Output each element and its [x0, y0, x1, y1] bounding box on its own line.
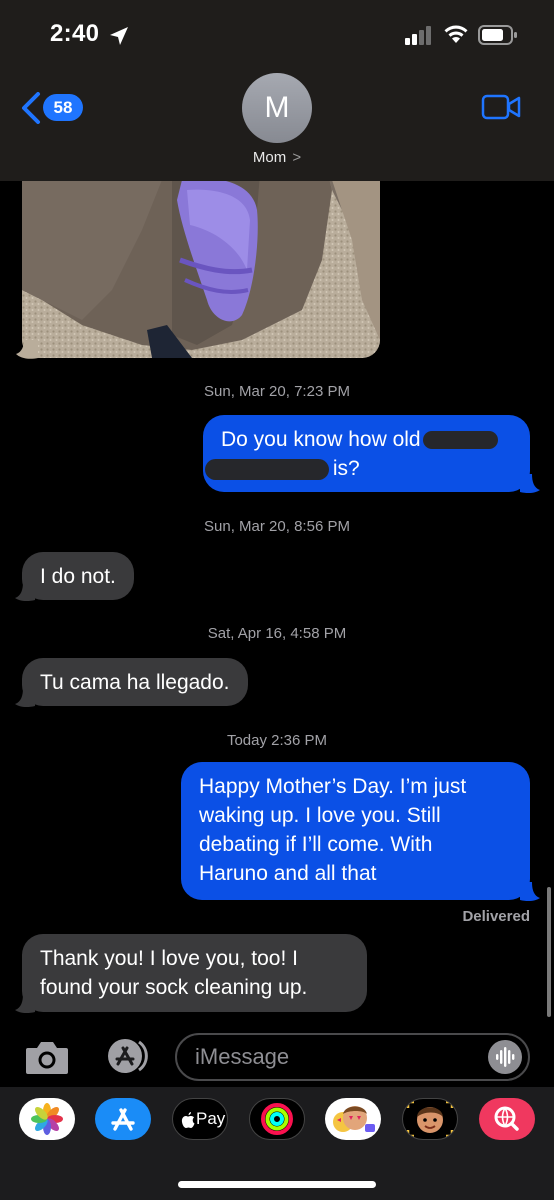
- timestamp: Sun, Mar 20, 8:56 PM: [204, 518, 350, 535]
- photo-image: [22, 150, 380, 358]
- status-time: 2:40: [50, 20, 100, 47]
- chevron-right-icon: >: [292, 149, 302, 166]
- message-input-bar: iMessage: [0, 1025, 554, 1089]
- apple-pay-label: Pay: [196, 1109, 226, 1128]
- photos-icon[interactable]: [19, 1098, 75, 1140]
- message-tail: [15, 688, 35, 708]
- app-store-drawer-icon[interactable]: [98, 1037, 152, 1075]
- back-button[interactable]: 58: [20, 90, 90, 126]
- message-tail: [15, 994, 35, 1014]
- app-store-icon[interactable]: [95, 1098, 151, 1140]
- redaction-block: [205, 458, 329, 480]
- message-line: Thank you! I love you, too! I: [40, 947, 298, 970]
- camera-icon[interactable]: [24, 1039, 70, 1075]
- cellular-signal-icon: [405, 26, 431, 45]
- message-tail: [520, 474, 540, 494]
- scrollbar[interactable]: [547, 887, 551, 1017]
- message-line: waking up. I love you. Still: [199, 804, 441, 827]
- message-line: Happy Mother’s Day. I’m just: [199, 775, 467, 798]
- message-line: found your sock cleaning up.: [40, 976, 308, 999]
- audio-message-icon[interactable]: [488, 1040, 522, 1074]
- wifi-icon: [444, 25, 468, 43]
- message-line: Do you know how old: [221, 425, 514, 454]
- location-arrow-icon: [110, 27, 128, 45]
- timestamp: Sat, Apr 16, 4:58 PM: [207, 625, 347, 642]
- contact-name: Mom: [252, 149, 287, 166]
- battery-icon: [478, 25, 517, 45]
- imessage-placeholder: iMessage: [195, 1044, 290, 1069]
- message-line: Haruno and all that: [199, 862, 377, 885]
- photo-message[interactable]: [22, 150, 380, 358]
- apple-pay-icon[interactable]: Pay: [172, 1098, 228, 1140]
- delivered-status: Delivered: [462, 908, 530, 925]
- memoji-stickers-icon[interactable]: [325, 1098, 381, 1140]
- conversation-header: 2:40 58 M Mom >: [0, 0, 554, 181]
- contact-avatar[interactable]: M: [242, 73, 312, 143]
- facetime-video-icon[interactable]: [481, 93, 521, 121]
- web-search-icon[interactable]: [479, 1098, 535, 1140]
- contact-name-button[interactable]: Mom >: [0, 149, 554, 166]
- incoming-message[interactable]: Thank you! I love you, too! I found your…: [22, 934, 367, 1012]
- message-tail: [520, 882, 540, 902]
- message-tail: [15, 582, 35, 602]
- outgoing-message[interactable]: Do you know how old is?: [203, 415, 530, 492]
- incoming-message[interactable]: Tu cama ha llegado.: [22, 658, 248, 706]
- message-line: is?: [205, 454, 514, 483]
- memoji-icon[interactable]: [402, 1098, 458, 1140]
- fitness-rings-icon[interactable]: [249, 1098, 305, 1140]
- message-tail: [16, 340, 38, 359]
- timestamp: Today 2:36 PM: [226, 732, 328, 749]
- unread-count-badge: 58: [43, 94, 83, 121]
- incoming-message[interactable]: I do not.: [22, 552, 134, 600]
- imessage-input[interactable]: iMessage: [175, 1033, 530, 1081]
- message-line: debating if I’ll come. With: [199, 833, 433, 856]
- redaction-block: [422, 431, 498, 450]
- home-indicator[interactable]: [178, 1181, 376, 1188]
- outgoing-message[interactable]: Happy Mother’s Day. I’m just waking up. …: [181, 762, 530, 900]
- timestamp: Sun, Mar 20, 7:23 PM: [204, 383, 350, 400]
- chevron-left-icon: [22, 92, 40, 124]
